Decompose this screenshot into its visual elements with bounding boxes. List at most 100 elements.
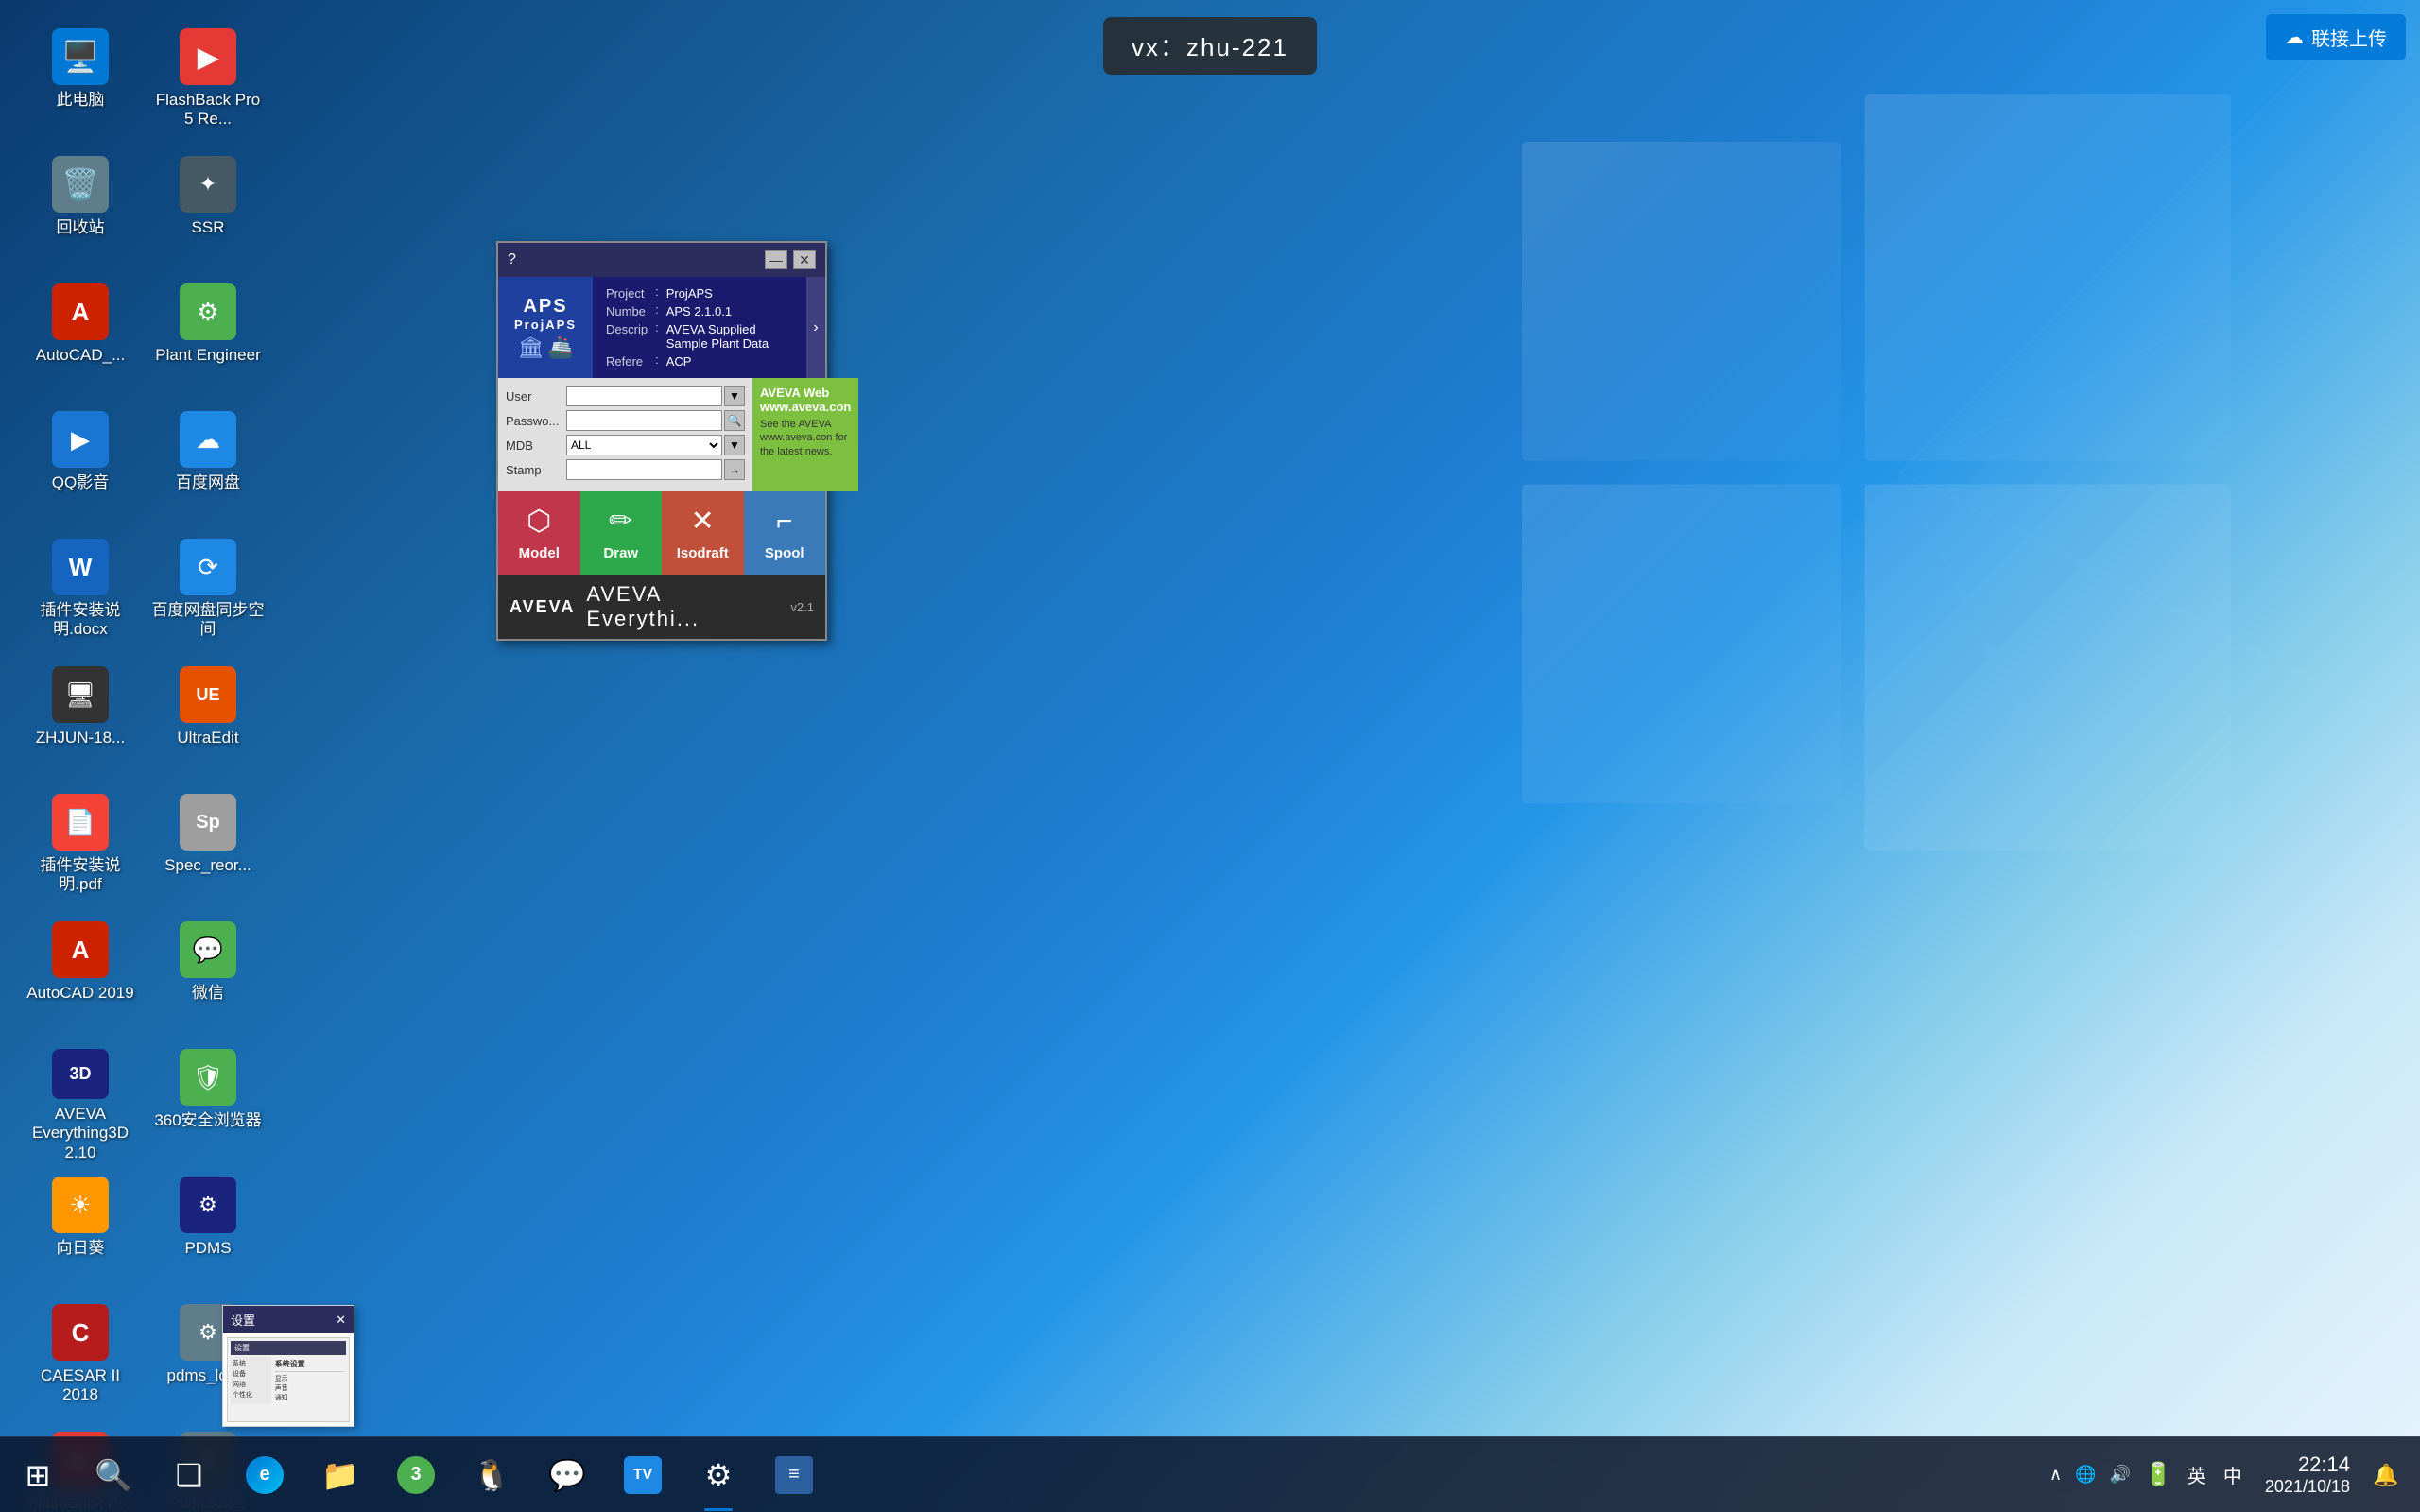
taskbar-teamviewer[interactable]: TV <box>605 1437 681 1512</box>
icon-qqyinyin[interactable]: ▶ QQ影音 <box>19 402 142 524</box>
icon-flashback-pro[interactable]: ▶ FlashBack Pro 5 Re... <box>147 19 269 142</box>
user-dropdown-btn[interactable]: ▼ <box>724 386 745 406</box>
taskbar-taskview[interactable]: ❑ <box>151 1437 227 1512</box>
icon-pdf[interactable]: 📄 插件安装说明.pdf <box>19 784 142 907</box>
plant-icon: ⚙ <box>180 284 236 340</box>
word-label: 插件安装说明.docx <box>24 601 137 640</box>
taskbar-settings[interactable]: ⚙ <box>681 1437 756 1512</box>
spool-button[interactable]: ⌐ Spool <box>744 491 826 575</box>
vx-tooltip: vx：zhu-221 <box>1103 17 1317 75</box>
icon-360[interactable]: 🛡 360安全浏览器 <box>147 1040 269 1162</box>
expand-button[interactable]: › <box>806 277 825 378</box>
everything-text: AVEVA Everythi... <box>586 582 779 631</box>
tooltip-text: vx：zhu-221 <box>1132 33 1288 61</box>
taskbar-wechat[interactable]: 💬 <box>529 1437 605 1512</box>
icon-caesar[interactable]: C CAESAR II 2018 <box>19 1295 142 1418</box>
icon-wechat[interactable]: 💬 微信 <box>147 912 269 1035</box>
password-input[interactable] <box>566 410 722 431</box>
description-value: AVEVA Supplied Sample Plant Data <box>663 320 797 352</box>
settings-popup-close[interactable]: ✕ <box>336 1313 346 1328</box>
icon-baidusync[interactable]: ⟳ 百度网盘同步空间 <box>147 529 269 652</box>
upload-button[interactable]: ☁ 联接上传 <box>2266 14 2406 60</box>
aveva3d-icon: 3D <box>52 1049 109 1099</box>
user-row: User ▼ <box>506 386 745 406</box>
model-button[interactable]: ⬡ Model <box>498 491 580 575</box>
mdb-select[interactable]: ALL <box>566 435 722 455</box>
upload-label: 联接上传 <box>2311 24 2387 51</box>
draw-button[interactable]: ✏ Draw <box>580 491 663 575</box>
tray-sound[interactable]: 🔊 <box>2106 1461 2135 1488</box>
baidu-label: 百度网盘 <box>176 473 240 492</box>
taskbar-explorer[interactable]: 📁 <box>302 1437 378 1512</box>
stamp-go-btn[interactable]: → <box>724 459 745 480</box>
icon-autocad[interactable]: A AutoCAD_... <box>19 274 142 397</box>
password-search-btn[interactable]: 🔍 <box>724 410 745 431</box>
projaps-label: ProjAPS <box>514 318 577 332</box>
stamp-input[interactable] <box>566 459 722 480</box>
mdb-dropdown-btn[interactable]: ▼ <box>724 435 745 455</box>
icon-aveva3d[interactable]: 3D AVEVA Everything3D 2.10 <box>19 1040 142 1162</box>
project-value: ProjAPS <box>663 284 797 302</box>
taskbar-edge[interactable]: e <box>227 1437 302 1512</box>
start-button[interactable]: ⊞ <box>0 1437 76 1512</box>
aveva-news: AVEVA Web www.aveva.con See the AVEVA ww… <box>752 378 858 491</box>
taskbar-everything[interactable]: ≡ <box>756 1437 832 1512</box>
everything-tb-icon: ≡ <box>775 1456 813 1494</box>
此电脑-label: 此电脑 <box>57 91 105 110</box>
taskbar-search[interactable]: 🔍 <box>76 1437 151 1512</box>
icon-plant-engineer[interactable]: ⚙ Plant Engineer <box>147 274 269 397</box>
password-input-container: 🔍 <box>566 410 745 431</box>
clock[interactable]: 22:14 2021/10/18 <box>2256 1452 2360 1497</box>
ssr-label: SSR <box>192 218 225 237</box>
aveva-footer-logo: AVEVA <box>510 597 575 617</box>
model-icon: ⬡ <box>527 505 551 538</box>
dialog-minimize-btn[interactable]: — <box>765 250 787 269</box>
building-icon: 🏛 <box>517 335 544 360</box>
dialog-title-question[interactable]: ? <box>508 251 516 268</box>
tray-network[interactable]: 🌐 <box>2071 1461 2100 1488</box>
icon-回收站[interactable]: 🗑️ 回收站 <box>19 146 142 269</box>
caesar-icon: C <box>52 1304 109 1361</box>
notification-icon: 🔔 <box>2373 1463 2398 1487</box>
icon-autocad2019[interactable]: A AutoCAD 2019 <box>19 912 142 1035</box>
icon-word-plugin[interactable]: W 插件安装说明.docx <box>19 529 142 652</box>
icon-riri[interactable]: ☀ 向日葵 <box>19 1167 142 1290</box>
dialog-close-btn[interactable]: ✕ <box>793 250 816 269</box>
user-input[interactable] <box>566 386 722 406</box>
project-logo: APS ProjAPS 🏛 🚢 <box>498 277 593 378</box>
password-row: Passwo... 🔍 <box>506 410 745 431</box>
settings-popup-label: 设置 <box>231 1311 255 1329</box>
taskbar-360[interactable]: 3 <box>378 1437 454 1512</box>
cloud-icon: ☁ <box>2285 26 2304 49</box>
icon-pdms[interactable]: ⚙ PDMS <box>147 1167 269 1290</box>
baidusync-label: 百度网盘同步空间 <box>151 601 265 640</box>
reference-value: ACP <box>663 352 797 370</box>
icon-zhjun[interactable]: 🖥 ZHJUN-18... <box>19 657 142 780</box>
pdms-icon: ⚙ <box>180 1177 236 1233</box>
tray-battery[interactable]: 🔋 <box>2140 1457 2176 1492</box>
icon-baidu[interactable]: ☁ 百度网盘 <box>147 402 269 524</box>
isodraft-button[interactable]: ✕ Isodraft <box>662 491 744 575</box>
riri-icon: ☀ <box>52 1177 109 1233</box>
plant-label: Plant Engineer <box>155 346 261 365</box>
module-buttons: ⬡ Model ✏ Draw ✕ Isodraft ⌐ Spool <box>498 491 825 575</box>
tray-lang[interactable]: 中 <box>2218 1461 2248 1488</box>
project-details: Project : ProjAPS Numbe : APS 2.1.0.1 De… <box>593 277 806 378</box>
settings-popup-content: 设置 系统 设备 网络 个性化 系统设置 显示 声音 <box>223 1333 354 1426</box>
project-field-label: Project <box>602 284 651 302</box>
ssr-icon: ✦ <box>180 156 236 213</box>
icon-ssr[interactable]: ✦ SSR <box>147 146 269 269</box>
flashback-label: FlashBack Pro 5 Re... <box>151 91 265 129</box>
baidusync-icon: ⟳ <box>180 539 236 595</box>
icon-spec[interactable]: Sp Spec_reor... <box>147 784 269 907</box>
icon-此电脑[interactable]: 🖥️ 此电脑 <box>19 19 142 142</box>
taskbar-qq[interactable]: 🐧 <box>454 1437 529 1512</box>
news-title: AVEVA Web www.aveva.con <box>760 386 851 414</box>
icon-ultraedit[interactable]: UE UltraEdit <box>147 657 269 780</box>
tray-keyboard[interactable]: 英 <box>2182 1461 2212 1488</box>
aveva3d-label: AVEVA Everything3D 2.10 <box>24 1105 137 1162</box>
mdb-row: MDB ALL ▼ <box>506 435 745 455</box>
notification-button[interactable]: 🔔 <box>2367 1437 2405 1512</box>
search-icon: 🔍 <box>95 1457 132 1493</box>
tray-arrow[interactable]: ∧ <box>2046 1461 2066 1488</box>
